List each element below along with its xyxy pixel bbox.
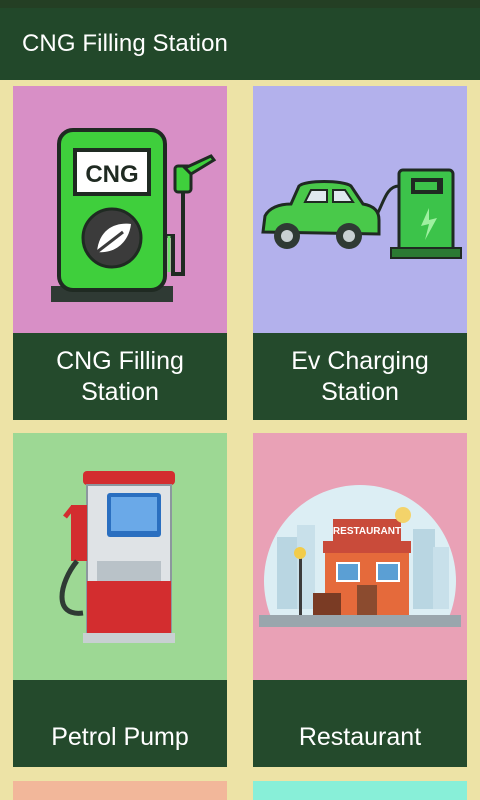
card-label: Ev Charging Station xyxy=(253,333,467,420)
card-ev-charging-station[interactable]: Ev Charging Station xyxy=(253,86,467,420)
app-bar: CNG Filling Station xyxy=(0,8,480,80)
page-title: CNG Filling Station xyxy=(22,30,228,57)
restaurant-icon: RESTAURANT xyxy=(253,433,467,680)
card-peek-5[interactable] xyxy=(13,781,227,800)
card-peek-6[interactable] xyxy=(253,781,467,800)
card-label: CNG Filling Station xyxy=(13,333,227,420)
status-bar xyxy=(0,0,480,8)
card-cng-filling-station[interactable]: CNG CNG Filling Station xyxy=(13,86,227,420)
cng-pump-icon: CNG xyxy=(13,86,227,333)
cng-badge-text: CNG xyxy=(85,161,138,188)
card-restaurant[interactable]: RESTAURANT Restaurant xyxy=(253,433,467,767)
card-petrol-pump[interactable]: Petrol Pump xyxy=(13,433,227,767)
card-label: Petrol Pump xyxy=(13,680,227,767)
card-label: Restaurant xyxy=(253,680,467,767)
ev-charger-icon xyxy=(253,86,467,333)
petrol-pump-icon xyxy=(13,433,227,680)
restaurant-sign-text: RESTAURANT xyxy=(333,526,401,537)
